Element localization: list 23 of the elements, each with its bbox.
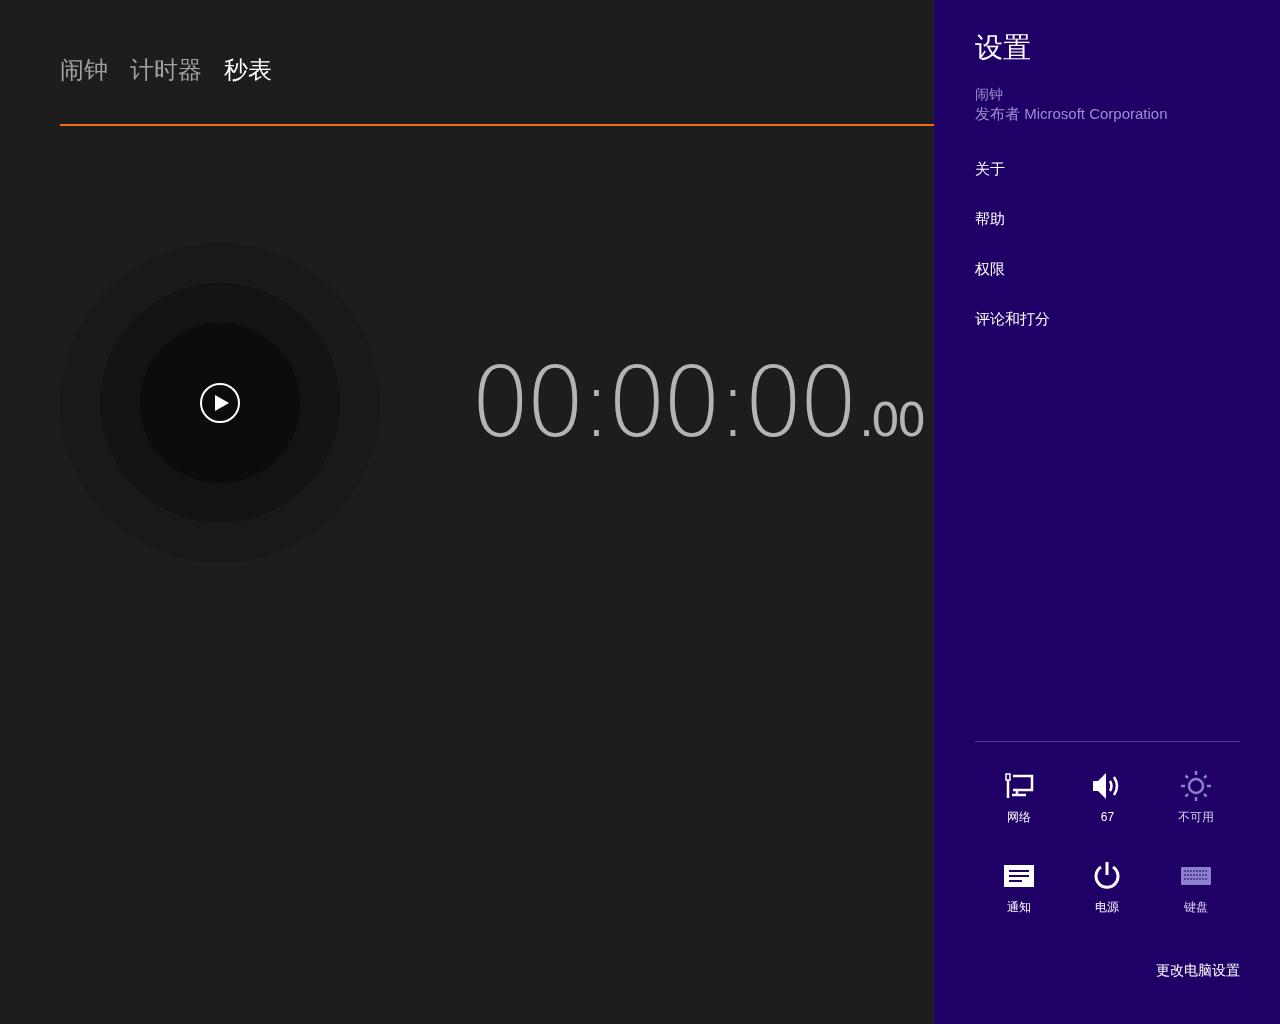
- quick-setting-tile[interactable]: 67: [1063, 770, 1152, 826]
- quick-setting-tile[interactable]: 网络: [975, 770, 1064, 826]
- quick-setting-tile[interactable]: 电源: [1063, 860, 1152, 916]
- tab[interactable]: 秒表: [224, 52, 272, 88]
- network-icon: [1004, 773, 1035, 799]
- play-button[interactable]: [200, 383, 240, 423]
- publisher-text: 发布者 Microsoft Corporation: [975, 104, 1169, 124]
- settings-link[interactable]: 评论和打分: [975, 294, 1050, 344]
- change-pc-settings-link[interactable]: 更改电脑设置: [1156, 960, 1240, 980]
- tab[interactable]: 闹钟: [60, 52, 108, 88]
- tab[interactable]: 计时器: [130, 52, 202, 88]
- settings-link[interactable]: 关于: [975, 144, 1005, 194]
- app-name: 闹钟: [975, 85, 1004, 104]
- message-icon: [1004, 865, 1035, 887]
- quick-setting-tile[interactable]: 通知: [975, 860, 1064, 916]
- elapsed-time: 00:00:00: [470, 355, 854, 451]
- settings-link[interactable]: 权限: [975, 244, 1005, 294]
- elapsed-fraction: .00: [859, 397, 924, 443]
- play-icon: [214, 395, 229, 411]
- settings-link[interactable]: 帮助: [975, 194, 1005, 244]
- pane-title: 设置: [975, 31, 1032, 65]
- keyboard-icon: [1180, 867, 1211, 885]
- sun-icon: [1179, 770, 1212, 802]
